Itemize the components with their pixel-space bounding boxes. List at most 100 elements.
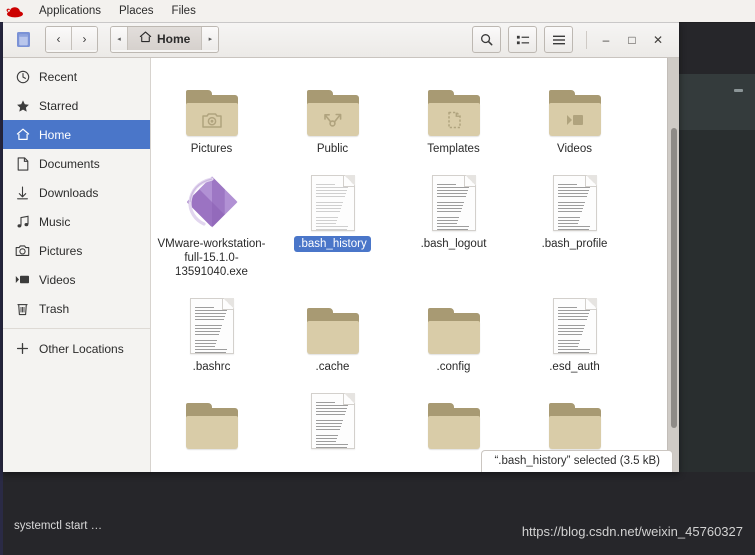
- minimize-button[interactable]: –: [595, 29, 617, 51]
- sidebar-item-label: Starred: [39, 98, 79, 113]
- folder-icon: [306, 90, 359, 136]
- file-label-text: Public: [316, 143, 349, 155]
- file-item[interactable]: .bashrc: [151, 286, 272, 375]
- file-label: [208, 454, 216, 468]
- document-file-icon: [552, 298, 597, 354]
- home-icon: [15, 127, 30, 142]
- file-item[interactable]: .cache: [272, 286, 393, 375]
- file-item[interactable]: .config: [393, 286, 514, 375]
- sidebar-item-other-locations[interactable]: Other Locations: [3, 334, 150, 363]
- camera-icon: [186, 105, 238, 135]
- breadcrumb-scroll-right-icon[interactable]: ▸: [201, 27, 219, 50]
- maximize-button[interactable]: □: [621, 29, 643, 51]
- file-label-text: .bashrc: [192, 361, 231, 373]
- files-window: ‹ › ◂ Home ▸ – □ ✕ Recent Starred Home D…: [3, 22, 679, 472]
- file-icon: [301, 74, 365, 136]
- file-item[interactable]: [272, 381, 393, 468]
- video-icon: [15, 272, 30, 287]
- background-window-body: [676, 130, 755, 472]
- file-item[interactable]: Public: [272, 68, 393, 157]
- file-icon: [543, 387, 607, 449]
- sidebar-item-recent[interactable]: Recent: [3, 62, 150, 91]
- camera-icon: [15, 243, 30, 258]
- file-icon: [543, 292, 607, 354]
- file-item[interactable]: Pictures: [151, 68, 272, 157]
- breadcrumb-scroll-left-icon[interactable]: ◂: [111, 27, 128, 50]
- vertical-scrollbar[interactable]: [667, 58, 679, 472]
- video-icon: [549, 105, 601, 135]
- file-item[interactable]: .bash_logout: [393, 163, 514, 280]
- breadcrumb-label: Home: [157, 31, 191, 46]
- file-item[interactable]: Templates: [393, 68, 514, 157]
- file-label: VMware-workstation-full-15.1.0-13591040.…: [154, 236, 270, 280]
- view-list-icon[interactable]: [508, 26, 537, 53]
- file-item[interactable]: [151, 381, 272, 468]
- file-item[interactable]: VMware-workstation-full-15.1.0-13591040.…: [151, 163, 272, 280]
- file-grid-view[interactable]: Pictures Public Templates Videos VMware-work…: [151, 58, 679, 472]
- background-terminal-window[interactable]: [676, 58, 755, 472]
- back-button[interactable]: ‹: [46, 27, 72, 50]
- file-label-text: .cache: [315, 361, 350, 373]
- background-window-minimize-button[interactable]: [734, 89, 743, 92]
- file-item[interactable]: Videos: [514, 68, 635, 157]
- folder-icon: [427, 308, 480, 354]
- document-file-icon: [310, 393, 355, 449]
- file-icon: [422, 292, 486, 354]
- file-label: .bash_logout: [417, 236, 491, 252]
- files-menu[interactable]: Files: [163, 0, 205, 22]
- file-label: Templates: [423, 141, 483, 157]
- sidebar-item-label: Home: [39, 127, 72, 142]
- file-icon: [180, 169, 244, 231]
- file-label: .bashrc: [189, 359, 235, 375]
- sidebar-item-pictures[interactable]: Pictures: [3, 236, 150, 265]
- desktop-terminal-text: systemctl start …: [14, 520, 103, 532]
- plus-icon: [15, 341, 30, 356]
- places-menu[interactable]: Places: [110, 0, 163, 22]
- search-icon[interactable]: [472, 26, 501, 53]
- navigation-buttons: ‹ ›: [45, 26, 98, 53]
- applications-menu[interactable]: Applications: [30, 0, 110, 22]
- hamburger-menu-icon[interactable]: [544, 26, 573, 53]
- file-item[interactable]: .esd_auth: [514, 286, 635, 375]
- sidebar-item-music[interactable]: Music: [3, 207, 150, 236]
- document-file-icon: [431, 175, 476, 231]
- sidebar-item-videos[interactable]: Videos: [3, 265, 150, 294]
- forward-button[interactable]: ›: [72, 27, 97, 50]
- file-item[interactable]: .bash_profile: [514, 163, 635, 280]
- file-label-text: .bash_logout: [420, 238, 487, 250]
- file-icon: [543, 74, 607, 136]
- sidebar-item-label: Pictures: [39, 243, 83, 258]
- file-item[interactable]: .bash_history: [272, 163, 393, 280]
- scrollbar-thumb[interactable]: [671, 128, 677, 428]
- close-button[interactable]: ✕: [647, 29, 669, 51]
- clock-icon: [15, 69, 30, 84]
- sidebar-item-downloads[interactable]: Downloads: [3, 178, 150, 207]
- background-window-titlebar: [676, 74, 755, 109]
- sidebar-item-label: Videos: [39, 272, 76, 287]
- file-label-text: VMware-workstation-full-15.1.0-13591040.…: [157, 238, 266, 278]
- sidebar-item-label: Music: [39, 214, 71, 229]
- folder-icon: [306, 308, 359, 354]
- sidebar-item-trash[interactable]: Trash: [3, 294, 150, 323]
- vmware-exe-icon: [183, 173, 241, 231]
- folder-icon: [185, 403, 238, 449]
- file-label: .esd_auth: [545, 359, 604, 375]
- folder-icon: [548, 90, 601, 136]
- sidebar-item-documents[interactable]: Documents: [3, 149, 150, 178]
- status-badge: “.bash_history” selected (3.5 kB): [481, 450, 673, 472]
- share-icon: [307, 105, 359, 135]
- window-headerbar: ‹ › ◂ Home ▸ – □ ✕: [3, 22, 679, 58]
- sidebar-item-home[interactable]: Home: [3, 120, 150, 149]
- file-icon: [422, 387, 486, 449]
- file-icon: [301, 292, 365, 354]
- file-label: .cache: [312, 359, 354, 375]
- top-panel: Applications Places Files: [0, 0, 755, 22]
- folder-icon: [548, 403, 601, 449]
- headerbar-separator: [586, 30, 587, 49]
- sidebar: Recent Starred Home Documents Downloads …: [3, 58, 151, 472]
- breadcrumb-item-home[interactable]: Home: [128, 27, 202, 50]
- sidebar-item-label: Recent: [39, 69, 78, 84]
- music-note-icon: [15, 214, 30, 229]
- redhat-logo-icon[interactable]: [0, 0, 30, 22]
- sidebar-item-starred[interactable]: Starred: [3, 91, 150, 120]
